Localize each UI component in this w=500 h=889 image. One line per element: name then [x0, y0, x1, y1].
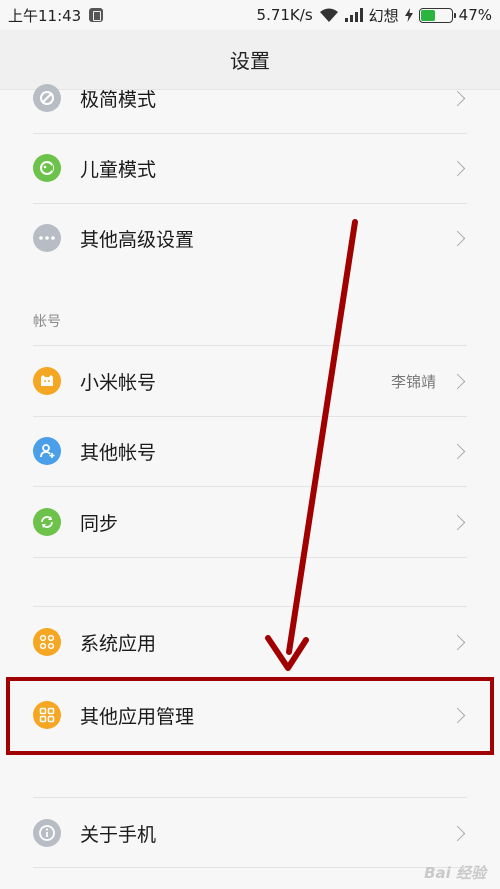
annotation-arrow-icon: [265, 219, 358, 671]
watermark-logo: Bai 经验: [424, 864, 486, 882]
